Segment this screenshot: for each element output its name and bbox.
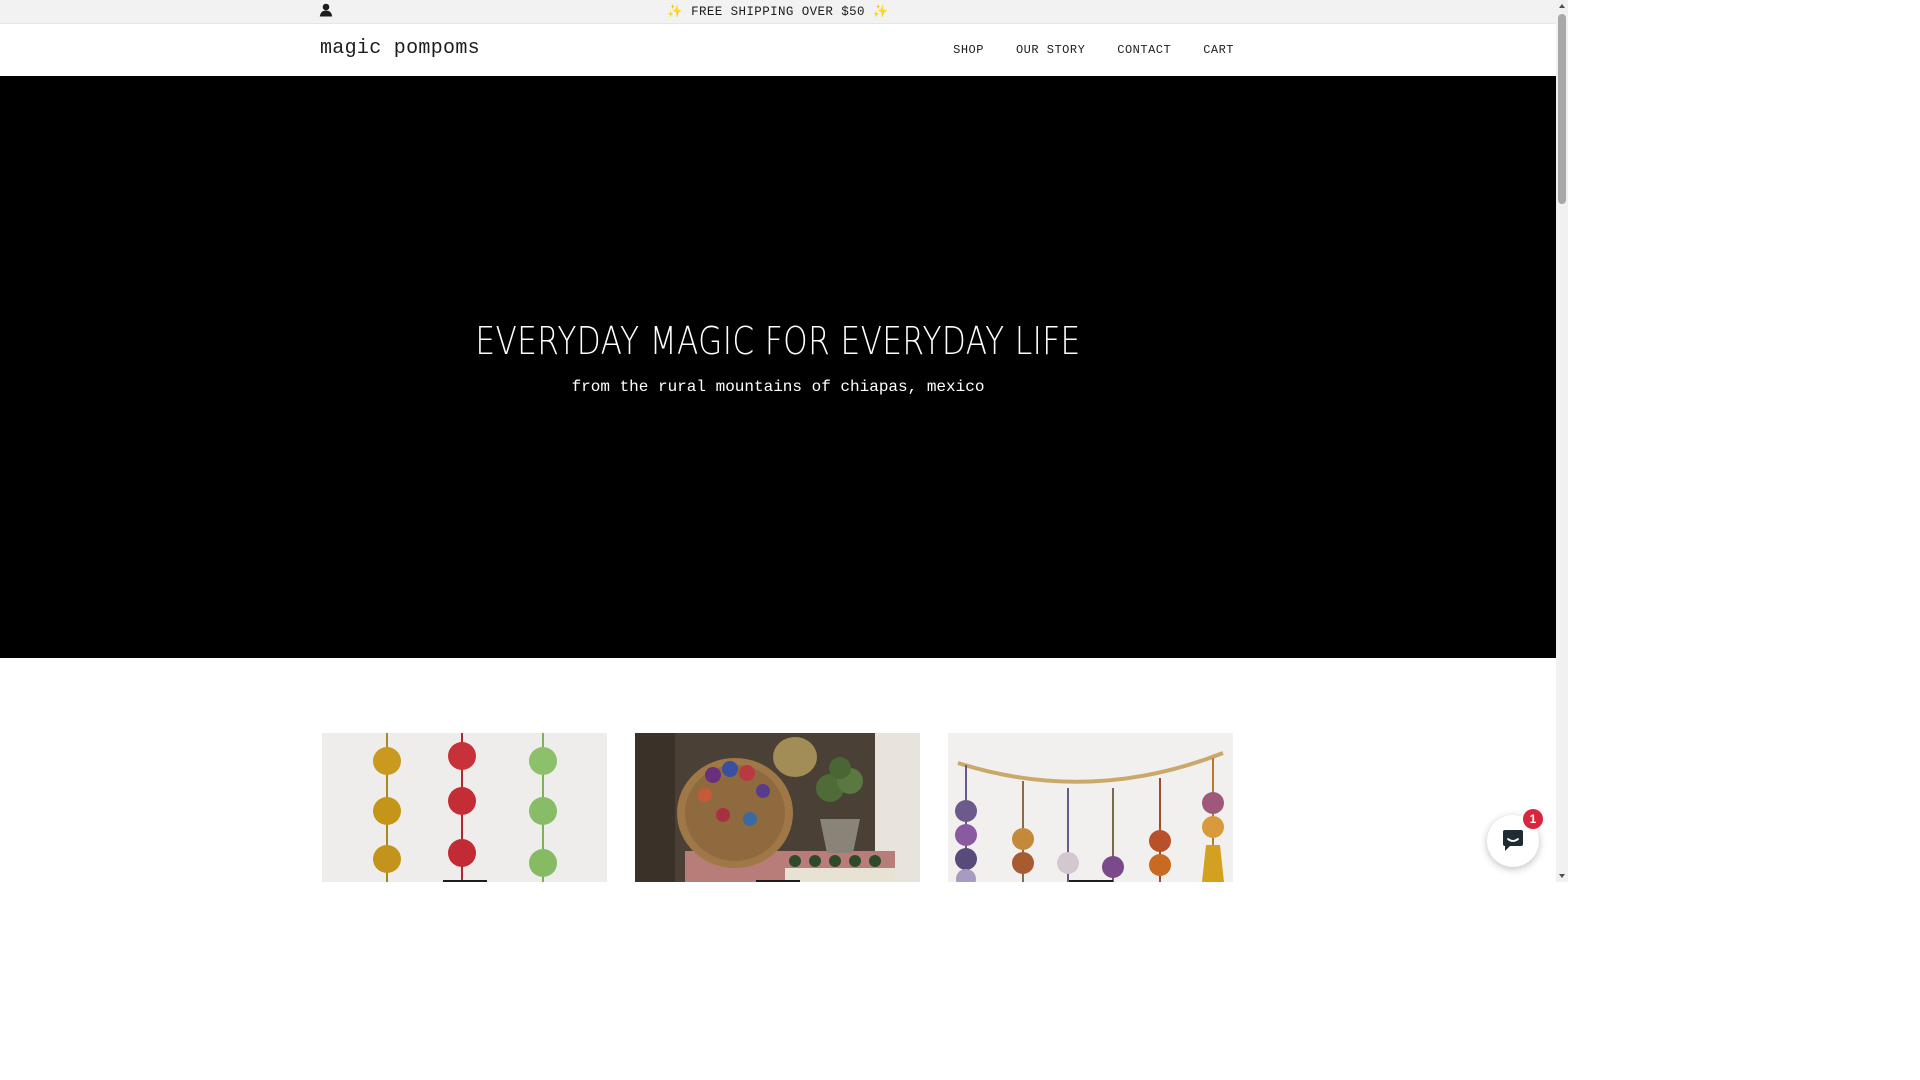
product-image-basket [635,733,920,882]
nav-contact[interactable]: CONTACT [1117,41,1171,59]
scrollbar-thumb[interactable] [1558,14,1566,204]
nav-cart[interactable]: CART [1203,41,1234,59]
site-logo[interactable]: magic pompoms [320,36,480,62]
scroll-down-arrow-icon[interactable] [1558,872,1566,880]
main-nav: SHOP OUR STORY CONTACT CART [953,41,1234,59]
hero-banner: EVERYDAY MAGIC FOR EVERYDAY LIFE from th… [0,76,1556,658]
nav-shop[interactable]: SHOP [953,41,984,59]
chat-bubble-icon [1503,830,1523,851]
product-underline [442,880,487,882]
hero-subtitle: from the rural mountains of chiapas, mex… [571,378,985,396]
nav-our-story[interactable]: OUR STORY [1016,41,1085,59]
product-card-basket[interactable] [635,733,920,882]
scroll-up-arrow-icon[interactable] [1558,2,1566,10]
product-card-pompom-strands[interactable] [322,733,607,882]
product-underline [755,880,800,882]
product-image-pompom-strands [322,733,607,882]
announcement-bar: ✨ FREE SHIPPING OVER $50 ✨ [0,0,1556,24]
page-scrollbar[interactable] [1556,0,1568,882]
site-header: magic pompoms SHOP OUR STORY CONTACT CAR… [0,24,1556,76]
product-underline [1068,880,1113,882]
announcement-text: ✨ FREE SHIPPING OVER $50 ✨ [667,5,889,19]
hero-title: EVERYDAY MAGIC FOR EVERYDAY LIFE [475,319,1081,363]
product-card-garland[interactable] [948,733,1233,882]
product-image-garland [948,733,1233,882]
chat-notification-badge: 1 [1523,809,1543,829]
page: ✨ FREE SHIPPING OVER $50 ✨ magic pompoms… [0,0,1568,882]
featured-products [322,733,1234,882]
